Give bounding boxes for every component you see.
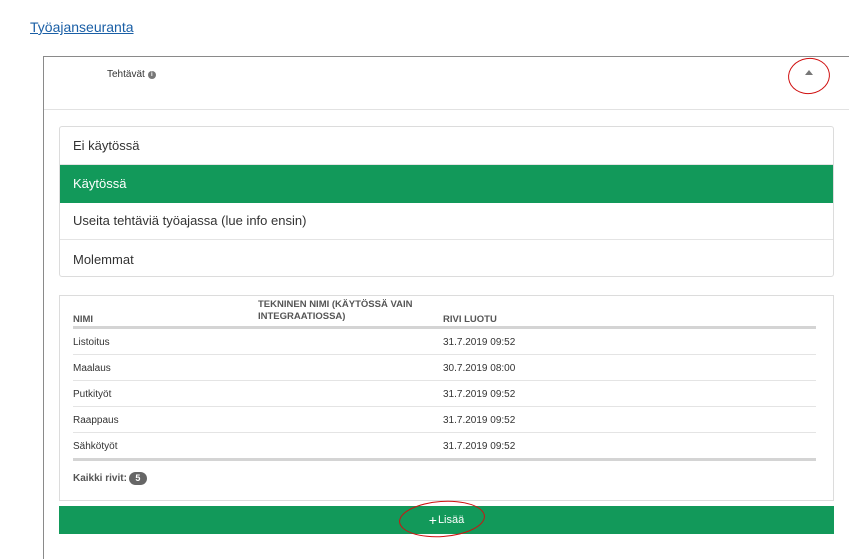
cell-name: Sähkötyöt bbox=[73, 441, 118, 452]
cell-created: 30.7.2019 08:00 bbox=[443, 363, 516, 374]
row-count-badge: 5 bbox=[128, 472, 147, 485]
info-icon[interactable]: i bbox=[147, 70, 156, 79]
column-header-created[interactable]: Rivi luotu bbox=[443, 314, 497, 326]
option-molemmat[interactable]: Molemmat bbox=[60, 240, 833, 276]
panel-title: Tehtävät i bbox=[107, 69, 156, 80]
tasks-panel: Tehtävät i Ei käytössä Käytössä Useita t… bbox=[43, 55, 849, 559]
option-useita-tehtavia[interactable]: Useita tehtäviä työajassa (lue info ensi… bbox=[60, 203, 833, 241]
table-row[interactable]: Maalaus 30.7.2019 08:00 bbox=[73, 355, 816, 381]
cell-created: 31.7.2019 09:52 bbox=[443, 337, 516, 348]
table-row[interactable]: Putkityöt 31.7.2019 09:52 bbox=[73, 381, 816, 407]
cell-created: 31.7.2019 09:52 bbox=[443, 441, 516, 452]
table-header: Nimi Tekninen nimi (käytössä vain integr… bbox=[73, 298, 816, 329]
table-row[interactable]: Listoitus 31.7.2019 09:52 bbox=[73, 329, 816, 355]
option-kaytossa[interactable]: Käytössä bbox=[60, 164, 833, 203]
collapse-button[interactable] bbox=[785, 55, 833, 97]
table-footer-divider bbox=[73, 458, 816, 461]
breadcrumb-link[interactable]: Työajanseuranta bbox=[30, 19, 134, 35]
column-header-technical-name[interactable]: Tekninen nimi (käytössä vain integraatio… bbox=[258, 299, 438, 323]
table-row[interactable]: Sähkötyöt 31.7.2019 09:52 bbox=[73, 433, 816, 459]
cell-created: 31.7.2019 09:52 bbox=[443, 415, 516, 426]
table-row[interactable]: Raappaus 31.7.2019 09:52 bbox=[73, 407, 816, 433]
cell-name: Putkityöt bbox=[73, 389, 112, 400]
cell-name: Listoitus bbox=[73, 337, 110, 348]
column-header-name[interactable]: Nimi bbox=[73, 314, 93, 326]
tasks-table: Nimi Tekninen nimi (käytössä vain integr… bbox=[59, 295, 834, 501]
option-ei-kaytossa[interactable]: Ei käytössä bbox=[60, 127, 833, 165]
row-count: Kaikki rivit: 5 bbox=[73, 472, 147, 485]
cell-name: Raappaus bbox=[73, 415, 119, 426]
add-button[interactable]: + Lisää bbox=[59, 506, 834, 534]
plus-icon: + bbox=[428, 512, 437, 528]
mode-options: Ei käytössä Käytössä Useita tehtäviä työ… bbox=[59, 126, 834, 277]
panel-header: Tehtävät i bbox=[44, 55, 849, 110]
cell-name: Maalaus bbox=[73, 363, 111, 374]
row-count-label: Kaikki rivit: bbox=[73, 473, 127, 484]
cell-created: 31.7.2019 09:52 bbox=[443, 389, 516, 400]
panel-title-text: Tehtävät bbox=[107, 69, 145, 80]
annotation-circle bbox=[785, 55, 833, 97]
add-button-label: Lisää bbox=[437, 514, 465, 526]
caret-up-icon bbox=[805, 70, 813, 75]
